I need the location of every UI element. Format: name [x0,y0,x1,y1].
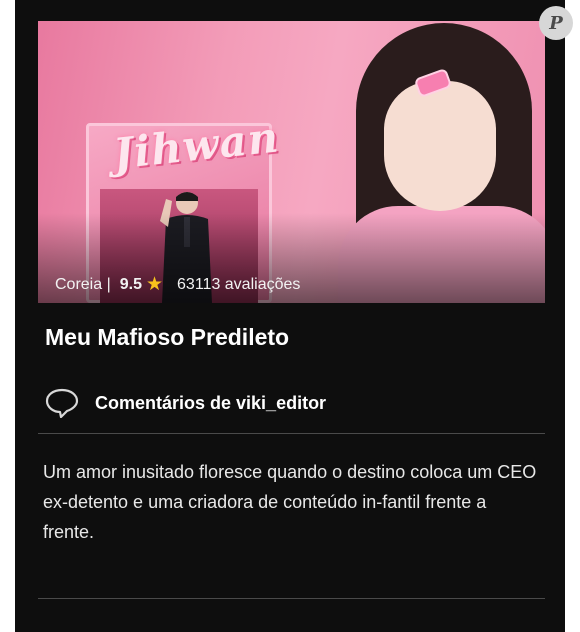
reviews-count: 63113 avaliações [177,275,301,293]
show-card: Jihwan Coreia | 9.5 ★ 63113 avaliações M… [15,0,565,632]
pinterest-icon: P [549,12,563,34]
country-label: Coreia | [55,275,111,293]
comments-header[interactable]: Comentários de viki_editor [45,388,326,418]
rating-value: 9.5 [119,275,142,293]
poster-woman-face [384,81,496,211]
show-poster[interactable]: Jihwan Coreia | 9.5 ★ 63113 avaliações [38,21,545,303]
show-title[interactable]: Meu Mafioso Predileto [45,324,289,351]
comments-label: Comentários de viki_editor [95,392,327,413]
divider-top [38,433,545,434]
show-meta: Coreia | 9.5 ★ 63113 avaliações [55,275,300,294]
star-icon: ★ [145,274,164,295]
show-description: Um amor inusitado floresce quando o dest… [43,462,537,542]
pinterest-button[interactable]: P [539,6,573,40]
speech-bubble-icon [45,388,79,418]
divider-bottom [38,598,545,599]
